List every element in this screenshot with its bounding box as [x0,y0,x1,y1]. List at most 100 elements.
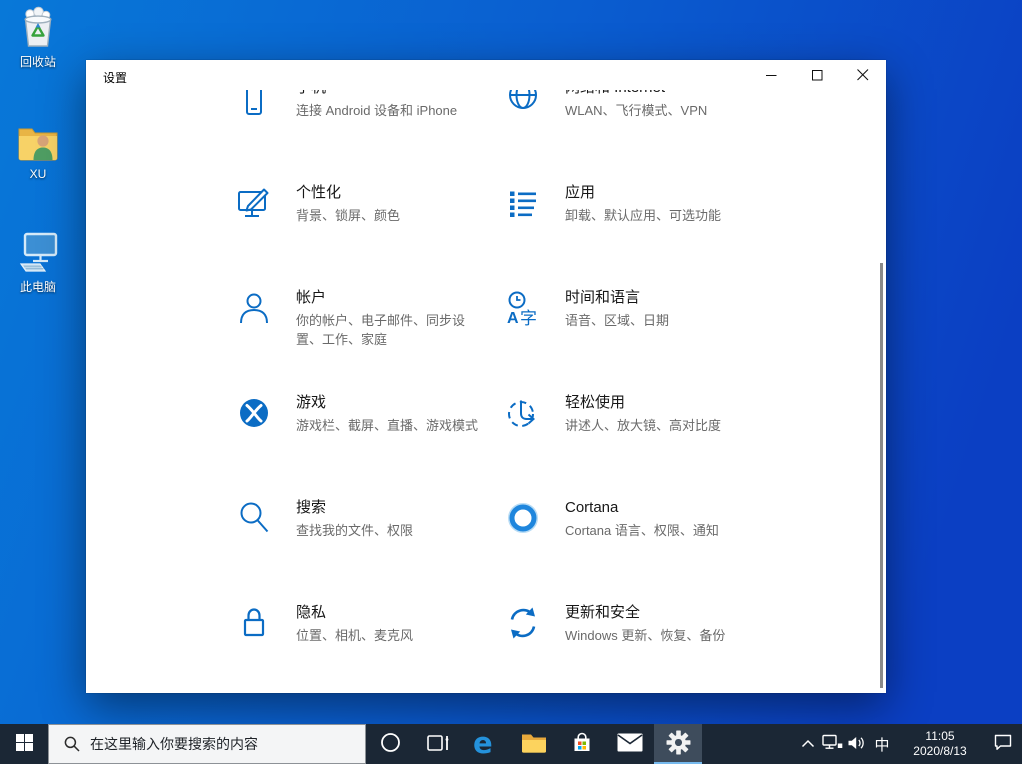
svg-text:e: e [473,728,493,758]
window-caption-buttons [748,60,886,90]
vertical-scrollbar-thumb[interactable] [880,263,883,688]
category-title: Cortana [565,499,619,516]
category-title: 应用 [565,184,596,201]
category-gaming[interactable]: 游戏 游戏栏、截屏、直播、游戏模式 [236,393,505,498]
taskbar-file-explorer-button[interactable] [510,724,558,764]
edge-icon: e [472,726,500,761]
sync-icon [505,605,541,641]
hidden-icons-chevron-icon [801,737,815,752]
start-area [0,724,48,764]
desktop-icon-this-pc[interactable]: 此电脑 [8,231,68,295]
category-text: 隐私位置、相机、麦克风 [296,603,413,645]
category-title: 更新和安全 [565,604,641,621]
phone-icon [236,90,272,116]
taskbar-store-button[interactable] [558,724,606,764]
taskbar-app-buttons: e [366,724,702,764]
recycle-bin-icon [24,6,52,47]
category-text: 搜索查找我的文件、权限 [296,498,413,540]
clock-date: 2020/8/13 [913,744,967,758]
taskbar-search-box[interactable] [48,724,366,764]
category-search[interactable]: 搜索查找我的文件、权限 [236,498,505,603]
category-subtitle: 卸载、默认应用、可选功能 [565,208,722,223]
personalization-icon [236,185,272,221]
taskbar-mail-button[interactable] [606,724,654,764]
clock-language-icon: A字 [505,290,541,326]
settings-window: 设置 手机连接 Android 设备和 iPhone 网络和 Internet WL… [86,60,886,693]
tray-hidden-icons-chevron-button[interactable] [796,724,820,764]
category-title: 帐户 [296,289,327,306]
tray-action-center-button[interactable] [984,724,1022,764]
desktop-icon-recycle-bin[interactable]: 回收站 [8,6,68,70]
category-text: 应用卸载、默认应用、可选功能 [565,183,721,225]
category-privacy[interactable]: 隐私位置、相机、麦克风 [236,603,505,693]
category-apps[interactable]: 应用卸载、默认应用、可选功能 [505,183,774,288]
task-view-icon [426,733,450,756]
category-subtitle: 连接 Android 设备和 iPhone [296,103,458,118]
taskbar-cortana-button[interactable] [366,724,414,764]
category-subtitle: 讲述人、放大镜、高对比度 [565,418,722,433]
category-time-language[interactable]: A 字时间和语言 语音、区域、日期 [505,288,774,393]
taskbar-start-button[interactable] [0,724,48,764]
taskbar-search-input[interactable] [90,736,365,752]
category-title: 游戏 [296,394,327,411]
lock-icon [236,605,272,641]
category-subtitle: 背景、锁屏、颜色 [296,208,401,223]
taskbar-edge-button[interactable]: e [462,724,510,764]
mail-icon [617,733,643,755]
clock-time: 11:05 [925,729,955,743]
category-cortana[interactable]: Cortana Cortana 语言、权限、通知 [505,498,774,603]
taskbar-task-view-button[interactable] [414,724,462,764]
window-title: 设置 [103,71,128,85]
category-text: 网络和 Internet WLAN、飞行模式、VPN [565,90,707,120]
window-titlebar[interactable]: 设置 [86,60,886,90]
category-text: 个性化背景、锁屏、颜色 [296,183,400,225]
tray-volume-button[interactable] [844,724,868,764]
category-update-security[interactable]: 更新和安全 Windows 更新、恢复、备份 [505,603,774,693]
settings-categories-viewport: 手机连接 Android 设备和 iPhone 网络和 Internet WLAN、… [86,90,886,693]
category-subtitle: 查找我的文件、权限 [296,523,414,538]
category-subtitle: Windows 更新、恢复、备份 [565,628,726,643]
person-icon [236,290,272,326]
svg-text:A: A [507,310,519,326]
category-network[interactable]: 网络和 Internet WLAN、飞行模式、VPN [505,90,774,183]
user-folder-xu-icon [18,128,58,161]
category-title: 手机 [296,90,457,98]
tray-network-button[interactable] [820,724,844,764]
category-text: 帐户你的帐户、电子邮件、同步设置、工作、家庭 [296,288,482,349]
svg-text:字: 字 [520,309,537,326]
maximize-icon [811,69,823,81]
category-text: 游戏 游戏栏、截屏、直播、游戏模式 [296,393,478,435]
minimize-button[interactable] [748,60,794,90]
taskbar-clock[interactable]: 11:05 2020/8/13 [896,724,984,764]
apps-list-icon [505,185,541,221]
close-icon [857,69,869,81]
category-phone[interactable]: 手机连接 Android 设备和 iPhone [236,90,505,183]
store-icon [570,731,594,757]
settings-icon [666,730,691,758]
taskbar-settings-button[interactable] [654,724,702,764]
category-personalization[interactable]: 个性化背景、锁屏、颜色 [236,183,505,288]
category-text: 更新和安全 Windows 更新、恢复、备份 [565,603,725,645]
category-subtitle: WLAN、飞行模式、VPN [565,103,708,118]
file-explorer-icon [521,731,547,757]
desktop-icon-user-folder-xu[interactable]: XU [8,120,68,181]
this-pc-icon [19,232,58,272]
category-title: 搜索 [296,499,327,516]
category-subtitle: 位置、相机、麦克风 [296,628,414,643]
volume-icon [847,735,866,754]
category-text: 轻松使用 讲述人、放大镜、高对比度 [565,393,721,435]
category-title: 个性化 [296,184,342,201]
ease-of-access-icon [505,395,541,431]
category-subtitle: 语音、区域、日期 [565,313,670,328]
desktop-icons: 回收站 XU 此电脑 [8,6,68,345]
close-button[interactable] [840,60,886,90]
taskbar: e 中 11:05 2020/8/13 [0,724,1022,764]
category-subtitle: 你的帐户、电子邮件、同步设置、工作、家庭 [296,313,466,347]
cortana-ring-icon [505,500,541,536]
category-title: 隐私 [296,604,327,621]
maximize-button[interactable] [794,60,840,90]
category-accounts[interactable]: 帐户你的帐户、电子邮件、同步设置、工作、家庭 [236,288,505,393]
ime-indicator[interactable]: 中 [868,724,896,764]
minimize-icon [765,70,777,81]
category-ease-of-access[interactable]: 轻松使用 讲述人、放大镜、高对比度 [505,393,774,498]
